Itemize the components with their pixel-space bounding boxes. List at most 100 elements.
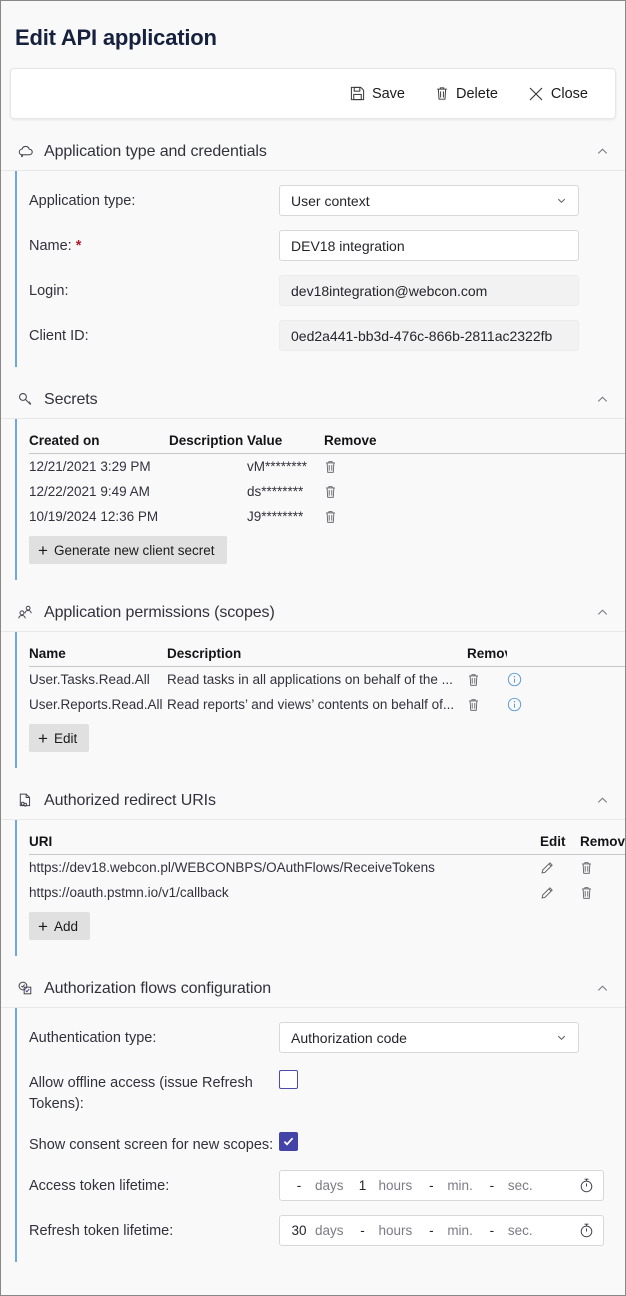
secret-value: vM******** bbox=[247, 459, 308, 474]
redirect-uri-edit-button[interactable] bbox=[540, 886, 580, 900]
trash-icon bbox=[582, 861, 591, 874]
refresh-token-days-input[interactable]: 30 bbox=[286, 1223, 312, 1238]
refresh-token-seconds-input[interactable]: - bbox=[479, 1223, 505, 1238]
secret-remove-button[interactable] bbox=[324, 510, 384, 524]
section-header-redirect-uris[interactable]: Authorized redirect URIs bbox=[1, 782, 625, 820]
toolbar: Save Delete Close bbox=[10, 68, 616, 119]
section-header-secrets[interactable]: Secrets bbox=[1, 381, 625, 419]
redirect-uri-edit-button[interactable] bbox=[540, 861, 580, 875]
refresh-token-hours-unit: hours bbox=[378, 1223, 413, 1239]
trash-icon bbox=[326, 510, 335, 523]
refresh-token-seconds-unit: sec. bbox=[507, 1223, 533, 1239]
permission-remove-button[interactable] bbox=[467, 673, 507, 687]
access-token-hours-input[interactable]: 1 bbox=[350, 1178, 376, 1193]
chevron-up-icon[interactable] bbox=[595, 392, 611, 408]
field-authentication-type: Authentication type: Authorization code bbox=[17, 1022, 625, 1053]
delete-button[interactable]: Delete bbox=[426, 81, 507, 107]
stopwatch-icon[interactable] bbox=[578, 1222, 595, 1239]
chevron-up-icon[interactable] bbox=[595, 605, 611, 621]
edit-api-application-window: Edit API application Save Delete Close A… bbox=[0, 0, 626, 1296]
table-row: 12/22/2021 9:49 AM ds******** bbox=[29, 479, 625, 504]
chevron-up-icon[interactable] bbox=[595, 981, 611, 997]
refresh-token-minutes-input[interactable]: - bbox=[418, 1223, 444, 1238]
secrets-table: Created on Description Value Remove 12/2… bbox=[17, 433, 625, 529]
name-input[interactable]: DEV18 integration bbox=[279, 230, 579, 261]
info-icon bbox=[507, 697, 522, 712]
field-client-id: Client ID: 0ed2a441-bb3d-476c-866b-2811a… bbox=[17, 320, 625, 351]
section-header-auth-flows[interactable]: Authorization flows configuration bbox=[1, 970, 625, 1008]
column-created-on: Created on bbox=[29, 433, 100, 448]
authentication-type-select[interactable]: Authorization code bbox=[279, 1022, 579, 1053]
save-button[interactable]: Save bbox=[341, 81, 414, 107]
access-token-minutes-unit: min. bbox=[447, 1178, 473, 1194]
field-application-type: Application type: User context bbox=[17, 185, 625, 216]
pencil-icon bbox=[541, 886, 553, 898]
permission-remove-button[interactable] bbox=[467, 698, 507, 712]
section-title: Secrets bbox=[44, 390, 98, 408]
application-type-select[interactable]: User context bbox=[279, 185, 579, 216]
page-title: Edit API application bbox=[15, 25, 217, 50]
plus-icon: + bbox=[38, 916, 48, 936]
generate-new-client-secret-button[interactable]: + Generate new client secret bbox=[29, 536, 227, 564]
chevron-up-icon[interactable] bbox=[595, 144, 611, 160]
login-input: dev18integration@webcon.com bbox=[279, 275, 579, 306]
secret-remove-button[interactable] bbox=[324, 485, 384, 499]
application-type-value: User context bbox=[291, 192, 370, 209]
permission-name: User.Tasks.Read.All bbox=[29, 672, 150, 687]
permission-info-button[interactable] bbox=[507, 672, 547, 687]
add-redirect-uri-button[interactable]: + Add bbox=[29, 912, 90, 940]
close-button[interactable]: Close bbox=[519, 81, 597, 107]
generate-new-client-secret-label: Generate new client secret bbox=[53, 542, 215, 558]
name-label: Name: * bbox=[29, 230, 279, 257]
section-body-redirect-uris: URI Edit Remove https://dev18.webcon.pl/… bbox=[15, 820, 625, 956]
client-id-label: Client ID: bbox=[29, 328, 89, 344]
section-body-permissions: Name Description Remove User.Tasks.Read.… bbox=[15, 632, 625, 768]
field-allow-offline-access: Allow offline access (issue Refresh Toke… bbox=[17, 1067, 625, 1115]
secret-remove-button[interactable] bbox=[324, 460, 384, 474]
show-consent-screen-checkbox[interactable] bbox=[279, 1132, 298, 1152]
authentication-type-label: Authentication type: bbox=[29, 1030, 157, 1046]
permission-info-button[interactable] bbox=[507, 697, 547, 712]
access-token-minutes-input[interactable]: - bbox=[418, 1178, 444, 1193]
redirect-uri-remove-button[interactable] bbox=[580, 861, 625, 875]
access-token-seconds-input[interactable]: - bbox=[479, 1178, 505, 1193]
table-row: 12/21/2021 3:29 PM vM******** bbox=[29, 454, 625, 479]
section-title: Authorization flows configuration bbox=[44, 979, 272, 997]
trash-icon bbox=[582, 886, 591, 899]
permission-description: Read reports’ and views’ contents on beh… bbox=[167, 697, 455, 712]
access-token-hours-unit: hours bbox=[378, 1178, 413, 1194]
name-label-text: Name: bbox=[29, 238, 72, 254]
save-icon bbox=[350, 86, 365, 101]
login-input-value: dev18integration@webcon.com bbox=[291, 282, 488, 299]
secret-value: ds******** bbox=[247, 484, 304, 499]
section-title: Application permissions (scopes) bbox=[44, 603, 275, 621]
redirect-uri-value: https://oauth.pstmn.io/v1/callback bbox=[29, 885, 229, 900]
authentication-type-value: Authorization code bbox=[291, 1029, 407, 1046]
client-id-input: 0ed2a441-bb3d-476c-866b-2811ac2322fb bbox=[279, 320, 579, 351]
chevron-up-icon[interactable] bbox=[595, 793, 611, 809]
plus-icon: + bbox=[38, 728, 48, 748]
redirect-uri-value: https://dev18.webcon.pl/WEBCONBPS/OAuthF… bbox=[29, 860, 435, 875]
section-header-permissions[interactable]: Application permissions (scopes) bbox=[1, 594, 625, 632]
stopwatch-icon[interactable] bbox=[578, 1177, 595, 1194]
people-icon bbox=[15, 603, 35, 623]
access-token-days-input[interactable]: - bbox=[286, 1178, 312, 1193]
column-value: Value bbox=[247, 433, 283, 448]
section-title: Application type and credentials bbox=[44, 142, 267, 160]
table-row: 10/19/2024 12:36 PM J9******** bbox=[29, 504, 625, 529]
check-icon bbox=[283, 1137, 294, 1146]
refresh-token-hours-input[interactable]: - bbox=[350, 1223, 376, 1238]
chevron-down-icon bbox=[556, 193, 567, 209]
redirect-uris-table: URI Edit Remove https://dev18.webcon.pl/… bbox=[17, 834, 625, 905]
allow-offline-access-checkbox[interactable] bbox=[279, 1070, 298, 1089]
section-secrets: Secrets Created on Description Value Rem… bbox=[1, 381, 625, 580]
permission-description: Read tasks in all applications on behalf… bbox=[167, 672, 453, 687]
section-header-application-type[interactable]: Application type and credentials bbox=[1, 133, 625, 171]
redirect-uri-remove-button[interactable] bbox=[580, 886, 625, 900]
refresh-token-lifetime-label: Refresh token lifetime: bbox=[29, 1223, 174, 1240]
refresh-token-lifetime-duration[interactable]: 30 days - hours - min. - sec. bbox=[279, 1215, 604, 1247]
access-token-lifetime-duration[interactable]: - days 1 hours - min. - sec. bbox=[279, 1170, 604, 1202]
add-redirect-uri-label: Add bbox=[53, 918, 78, 934]
column-remove: Remove bbox=[467, 646, 507, 661]
edit-permissions-button[interactable]: + Edit bbox=[29, 724, 90, 752]
